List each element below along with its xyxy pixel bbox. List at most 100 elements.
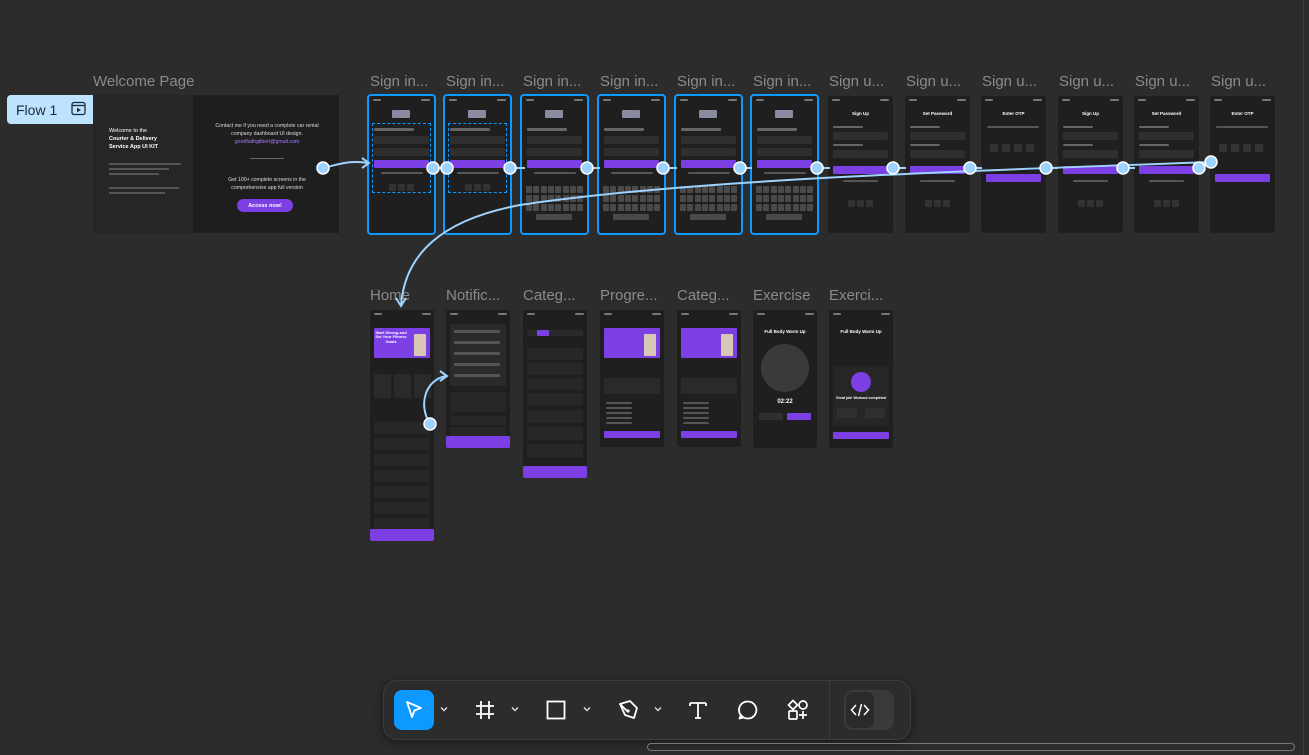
- label-placeholder: [833, 144, 863, 146]
- keyboard-key: [723, 186, 730, 193]
- frame-tool-button[interactable]: [465, 690, 505, 730]
- social-button: [848, 200, 855, 207]
- keyboard-key: [555, 204, 562, 211]
- frame-label[interactable]: Sign in...: [600, 73, 666, 90]
- otp-digit-box: [1231, 144, 1239, 152]
- frame-label[interactable]: Exerci...: [829, 287, 895, 304]
- code-brackets-icon: [850, 703, 870, 717]
- exercise-row: [527, 363, 583, 375]
- frame-label[interactable]: Exercise: [753, 287, 819, 304]
- frame-auth-screen[interactable]: [520, 94, 589, 235]
- otp-digit-box: [1243, 144, 1251, 152]
- dev-mode-toggle[interactable]: [844, 690, 894, 730]
- status-bar: [373, 99, 381, 101]
- frame-app-screen[interactable]: [446, 310, 510, 448]
- flow-starting-point-badge[interactable]: Flow 1: [7, 95, 93, 124]
- frame-label[interactable]: Sign u...: [1135, 73, 1201, 90]
- frame-label[interactable]: Sign in...: [677, 73, 743, 90]
- frame-label[interactable]: Progre...: [600, 287, 666, 304]
- frame-auth-screen[interactable]: Sign Up: [1058, 96, 1123, 233]
- frame-app-screen[interactable]: [677, 310, 741, 447]
- frame-auth-screen[interactable]: Set Password: [1134, 96, 1199, 233]
- input-field: [1063, 150, 1118, 158]
- frame-label[interactable]: Sign in...: [370, 73, 436, 90]
- frame-label[interactable]: Sign in...: [753, 73, 819, 90]
- design-canvas[interactable]: Flow 1 Welcome Page Welcome to the Couri…: [0, 0, 1309, 755]
- keyboard-key: [694, 204, 701, 211]
- frame-auth-screen[interactable]: [367, 94, 436, 235]
- frame-auth-screen[interactable]: Enter OTP: [981, 96, 1046, 233]
- welcome-line: comprehensive app full version: [231, 185, 303, 191]
- pen-tool-button[interactable]: [608, 690, 648, 730]
- rectangle-tool-button[interactable]: [536, 690, 576, 730]
- status-bar: [1110, 99, 1119, 101]
- frame-auth-screen[interactable]: [674, 94, 743, 235]
- keyboard-key: [687, 186, 694, 193]
- keyboard-key: [680, 186, 686, 193]
- access-now-button[interactable]: Access now!: [237, 199, 293, 212]
- comment-tool-button[interactable]: [728, 690, 768, 730]
- frame-auth-screen[interactable]: Sign Up: [828, 96, 893, 233]
- frame-app-screen[interactable]: [600, 310, 664, 447]
- social-button: [1172, 200, 1179, 207]
- hotspot-selection: [372, 123, 431, 193]
- status-bar: [756, 99, 764, 101]
- status-bar: [603, 99, 611, 101]
- keyboard-key: [770, 186, 777, 193]
- keyboard-key: [687, 195, 694, 202]
- status-bar: [1214, 99, 1222, 101]
- keyboard-key: [610, 204, 617, 211]
- frame-app-screen[interactable]: Start Strong and Set Your Fitness Goals: [370, 310, 434, 541]
- list-line: [606, 407, 632, 409]
- primary-button: [681, 160, 736, 168]
- frame-label[interactable]: Notific...: [446, 287, 512, 304]
- screen-heading: Enter OTP: [1231, 111, 1254, 116]
- frame-label[interactable]: Sign u...: [1211, 73, 1277, 90]
- keyboard-key: [533, 204, 540, 211]
- frame-hash-icon: [476, 701, 494, 719]
- actions-tool-button[interactable]: [778, 690, 818, 730]
- frame-label[interactable]: Categ...: [523, 287, 589, 304]
- social-button: [857, 200, 864, 207]
- keyboard-key: [603, 195, 609, 202]
- play-flow-icon[interactable]: [71, 101, 86, 116]
- frame-label[interactable]: Categ...: [677, 287, 743, 304]
- keyboard-key: [526, 186, 532, 193]
- frame-label[interactable]: Home: [370, 287, 436, 304]
- frame-auth-screen[interactable]: [443, 94, 512, 235]
- keyboard-key: [540, 186, 547, 193]
- frame-app-screen[interactable]: [523, 310, 587, 478]
- keyboard-key: [709, 204, 716, 211]
- frame-auth-screen[interactable]: [750, 94, 819, 235]
- horizontal-scrollbar[interactable]: [647, 743, 1295, 751]
- text-placeholder: [688, 172, 730, 174]
- frame-auth-screen[interactable]: [597, 94, 666, 235]
- frame-label-welcome[interactable]: Welcome Page: [93, 73, 194, 90]
- frame-label[interactable]: Sign in...: [523, 73, 589, 90]
- list-line: [606, 422, 632, 424]
- label-placeholder: [757, 128, 797, 131]
- chevron-down-icon[interactable]: [509, 703, 521, 715]
- chevron-down-icon[interactable]: [438, 703, 450, 715]
- frame-label[interactable]: Sign u...: [1059, 73, 1125, 90]
- move-tool-button[interactable]: [394, 690, 434, 730]
- chevron-down-icon[interactable]: [652, 703, 664, 715]
- list-line: [683, 412, 709, 414]
- frame-label[interactable]: Sign in...: [446, 73, 512, 90]
- text-tool-button[interactable]: [678, 690, 718, 730]
- frame-auth-screen[interactable]: Set Password: [905, 96, 970, 233]
- keyboard-space: [690, 214, 726, 220]
- frame-welcome-page[interactable]: Welcome to the Courier & Delivery Servic…: [93, 95, 339, 233]
- vertical-scrollbar-track[interactable]: [1303, 0, 1309, 755]
- pen-icon: [619, 700, 638, 719]
- frame-label[interactable]: Sign u...: [982, 73, 1048, 90]
- frame-auth-screen[interactable]: Enter OTP: [1210, 96, 1275, 233]
- status-bar: [450, 313, 458, 315]
- chevron-down-icon[interactable]: [581, 703, 593, 715]
- keyboard-key: [723, 195, 730, 202]
- bottom-toolbar: [383, 680, 911, 740]
- frame-app-screen[interactable]: Full Body Warm Up Great job! Workout comp…: [829, 310, 893, 448]
- frame-app-screen[interactable]: Full Body Warm Up 02:22: [753, 310, 817, 448]
- frame-label[interactable]: Sign u...: [829, 73, 895, 90]
- frame-label[interactable]: Sign u...: [906, 73, 972, 90]
